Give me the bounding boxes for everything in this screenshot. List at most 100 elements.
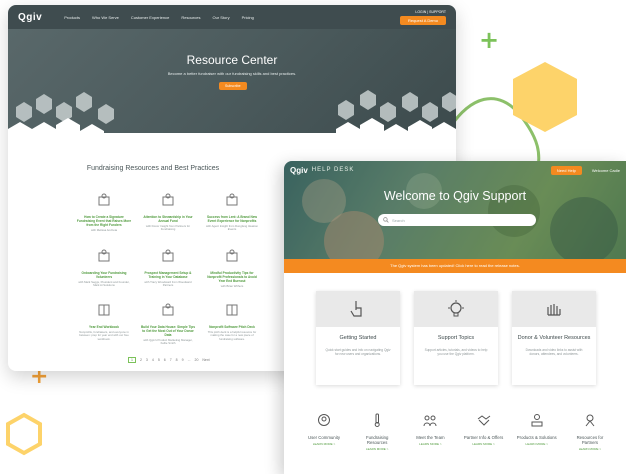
resource-title: Attention to Stewardship in Your Annual … bbox=[143, 215, 193, 223]
outline-hexagon-icon bbox=[6, 412, 42, 456]
hexagon-pattern bbox=[8, 90, 456, 145]
link-label: Products & Solutions bbox=[516, 435, 557, 440]
resource-desc: with Agent Insight from Dongfeng Ideatio… bbox=[206, 224, 258, 232]
resource-card[interactable]: Attention to Stewardship in Your Annual … bbox=[140, 193, 196, 232]
hero-title: Resource Center bbox=[186, 53, 278, 67]
resource-title: Onboarding Your Fundraising Volunteers bbox=[81, 271, 127, 279]
search-icon bbox=[383, 217, 389, 223]
page-6[interactable]: 6 bbox=[164, 358, 166, 362]
resource-title: Success from Lent: A Brand New Event Exp… bbox=[206, 215, 258, 223]
next-page[interactable]: Next bbox=[202, 358, 209, 362]
lightbulb-icon bbox=[448, 300, 464, 317]
link-meet-the-team[interactable]: Meet the Team LEARN MORE > bbox=[410, 413, 450, 451]
pagination: 1 2 3 4 5 6 7 8 9 ... 20 Next bbox=[128, 357, 210, 363]
page-4[interactable]: 4 bbox=[152, 358, 154, 362]
link-user-community[interactable]: User Community LEARN MORE > bbox=[304, 413, 344, 451]
learn-more-link[interactable]: LEARN MORE > bbox=[410, 442, 450, 446]
page-3[interactable]: 3 bbox=[146, 358, 148, 362]
hero-subtitle: Become a better fundraiser with our fund… bbox=[167, 71, 297, 76]
page-ellipsis: ... bbox=[187, 358, 191, 362]
podium-icon bbox=[226, 193, 238, 206]
learn-more-link[interactable]: LEARN MORE > bbox=[570, 447, 610, 451]
page-1[interactable]: 1 bbox=[128, 357, 136, 363]
resource-title: Build Your Data House: Simple Tips to Ge… bbox=[140, 325, 196, 337]
page-5[interactable]: 5 bbox=[158, 358, 160, 362]
nav-products[interactable]: Products bbox=[64, 15, 80, 20]
learn-more-link[interactable]: LEARN MORE > bbox=[357, 447, 397, 451]
learn-more-link[interactable]: LEARN MORE > bbox=[304, 442, 344, 446]
page-7[interactable]: 7 bbox=[170, 358, 172, 362]
page-9[interactable]: 9 bbox=[182, 358, 184, 362]
card-icon-area bbox=[512, 291, 596, 327]
partner-resources-icon bbox=[585, 414, 595, 427]
resource-card[interactable]: Prospect Management Setup & Training in … bbox=[140, 249, 196, 288]
card-support-topics[interactable]: Support Topics Support articles, tutoria… bbox=[414, 291, 498, 385]
nav-who-we-serve[interactable]: Who We Serve bbox=[92, 15, 119, 20]
card-getting-started[interactable]: Getting Started Quick start guides and i… bbox=[316, 291, 400, 385]
link-products-solutions[interactable]: Products & Solutions LEARN MORE > bbox=[517, 413, 557, 451]
resource-card[interactable]: How to Create a Signature Fundraising Ev… bbox=[76, 193, 132, 232]
book-icon bbox=[226, 304, 238, 316]
card-title: Donor & Volunteer Resources bbox=[517, 335, 591, 341]
handshake-icon bbox=[477, 415, 490, 426]
resource-card[interactable]: Year End Workbook Nonprofits, fundraiser… bbox=[76, 303, 132, 341]
link-label: Fundraising Resources bbox=[365, 435, 389, 446]
link-partner-info[interactable]: Partner Info & Offers LEARN MORE > bbox=[464, 413, 504, 451]
nav-pricing[interactable]: Pricing bbox=[242, 15, 254, 20]
link-label: Resources for Partners bbox=[576, 435, 604, 446]
thermometer-icon bbox=[374, 413, 380, 427]
card-icon-area bbox=[414, 291, 498, 327]
main-menu: Products Who We Serve Customer Experienc… bbox=[64, 15, 254, 20]
update-banner[interactable]: The Qgiv system has been updated! Click … bbox=[284, 259, 626, 273]
pointer-hand-icon bbox=[350, 301, 362, 317]
learn-more-link[interactable]: LEARN MORE > bbox=[517, 442, 557, 446]
qgiv-logo[interactable]: Qgiv bbox=[18, 12, 42, 23]
link-label: Partner Info & Offers bbox=[463, 435, 504, 440]
resource-card[interactable]: Build Your Data House: Simple Tips to Ge… bbox=[140, 303, 196, 346]
link-label: User Community bbox=[308, 435, 340, 440]
book-icon bbox=[98, 304, 110, 316]
card-desc: Quick start guides and info on navigatin… bbox=[325, 347, 391, 356]
resource-desc: with Melissa Ancheta bbox=[90, 228, 118, 232]
team-icon bbox=[423, 415, 437, 427]
nav-resources[interactable]: Resources bbox=[181, 15, 200, 20]
help-hero: Qgiv HELP DESK Need Help Welcome Cadle W… bbox=[284, 161, 626, 259]
help-desk-window: Qgiv HELP DESK Need Help Welcome Cadle W… bbox=[284, 161, 626, 474]
page-2[interactable]: 2 bbox=[140, 358, 142, 362]
search-input[interactable]: Search bbox=[378, 214, 536, 226]
page-8[interactable]: 8 bbox=[176, 358, 178, 362]
card-title: Getting Started bbox=[339, 335, 377, 341]
resource-card[interactable]: Nonprofit Software Pitch Deck This pitch… bbox=[204, 303, 260, 341]
podium-icon bbox=[226, 249, 238, 262]
top-nav: Qgiv Products Who We Serve Customer Expe… bbox=[8, 5, 456, 29]
search-placeholder: Search bbox=[392, 217, 405, 223]
request-demo-button[interactable]: Request A Demo bbox=[399, 15, 446, 25]
qgiv-logo[interactable]: Qgiv bbox=[290, 166, 308, 175]
resource-title: Prospect Management Setup & Training in … bbox=[144, 271, 192, 279]
link-fundraising-resources[interactable]: Fundraising Resources LEARN MORE > bbox=[357, 413, 397, 451]
green-plus-icon: + bbox=[479, 26, 500, 54]
resource-card[interactable]: Mindful Productivity Tips for Nonprofit … bbox=[204, 249, 260, 288]
podium-icon bbox=[162, 193, 174, 206]
learn-more-link[interactable]: LEARN MORE > bbox=[464, 442, 504, 446]
nav-our-story[interactable]: Our Story bbox=[212, 15, 229, 20]
resource-desc: with Qgiv's Product Marketing Manager, K… bbox=[143, 338, 193, 346]
nav-customer-experience[interactable]: Customer Experience bbox=[131, 15, 169, 20]
welcome-link[interactable]: Welcome Cadle bbox=[592, 168, 620, 173]
nav-right: LOGIN | SUPPORT Request A Demo bbox=[399, 10, 446, 25]
link-label: Meet the Team bbox=[416, 435, 445, 440]
marketing-collage: + + Qgiv Products Who We Serve Customer … bbox=[0, 0, 626, 474]
resource-card[interactable]: Success from Lent: A Brand New Event Exp… bbox=[204, 193, 260, 232]
card-donor-volunteer[interactable]: Donor & Volunteer Resources Downloads an… bbox=[512, 291, 596, 385]
login-support-links[interactable]: LOGIN | SUPPORT bbox=[415, 10, 446, 14]
hero-title: Welcome to Qgiv Support bbox=[383, 189, 527, 203]
resource-desc: This pitch deck is a helpful resource fo… bbox=[207, 330, 257, 341]
page-20[interactable]: 20 bbox=[195, 358, 199, 362]
helping-hand-icon bbox=[547, 304, 561, 316]
resource-title: Nonprofit Software Pitch Deck bbox=[209, 325, 255, 329]
podium-icon bbox=[162, 249, 174, 262]
need-help-button[interactable]: Need Help bbox=[550, 165, 582, 175]
resource-title: Mindful Productivity Tips for Nonprofit … bbox=[207, 271, 257, 283]
link-resources-partners[interactable]: Resources for Partners LEARN MORE > bbox=[570, 413, 610, 451]
resource-card[interactable]: Onboarding Your Fundraising Volunteers w… bbox=[76, 249, 132, 288]
